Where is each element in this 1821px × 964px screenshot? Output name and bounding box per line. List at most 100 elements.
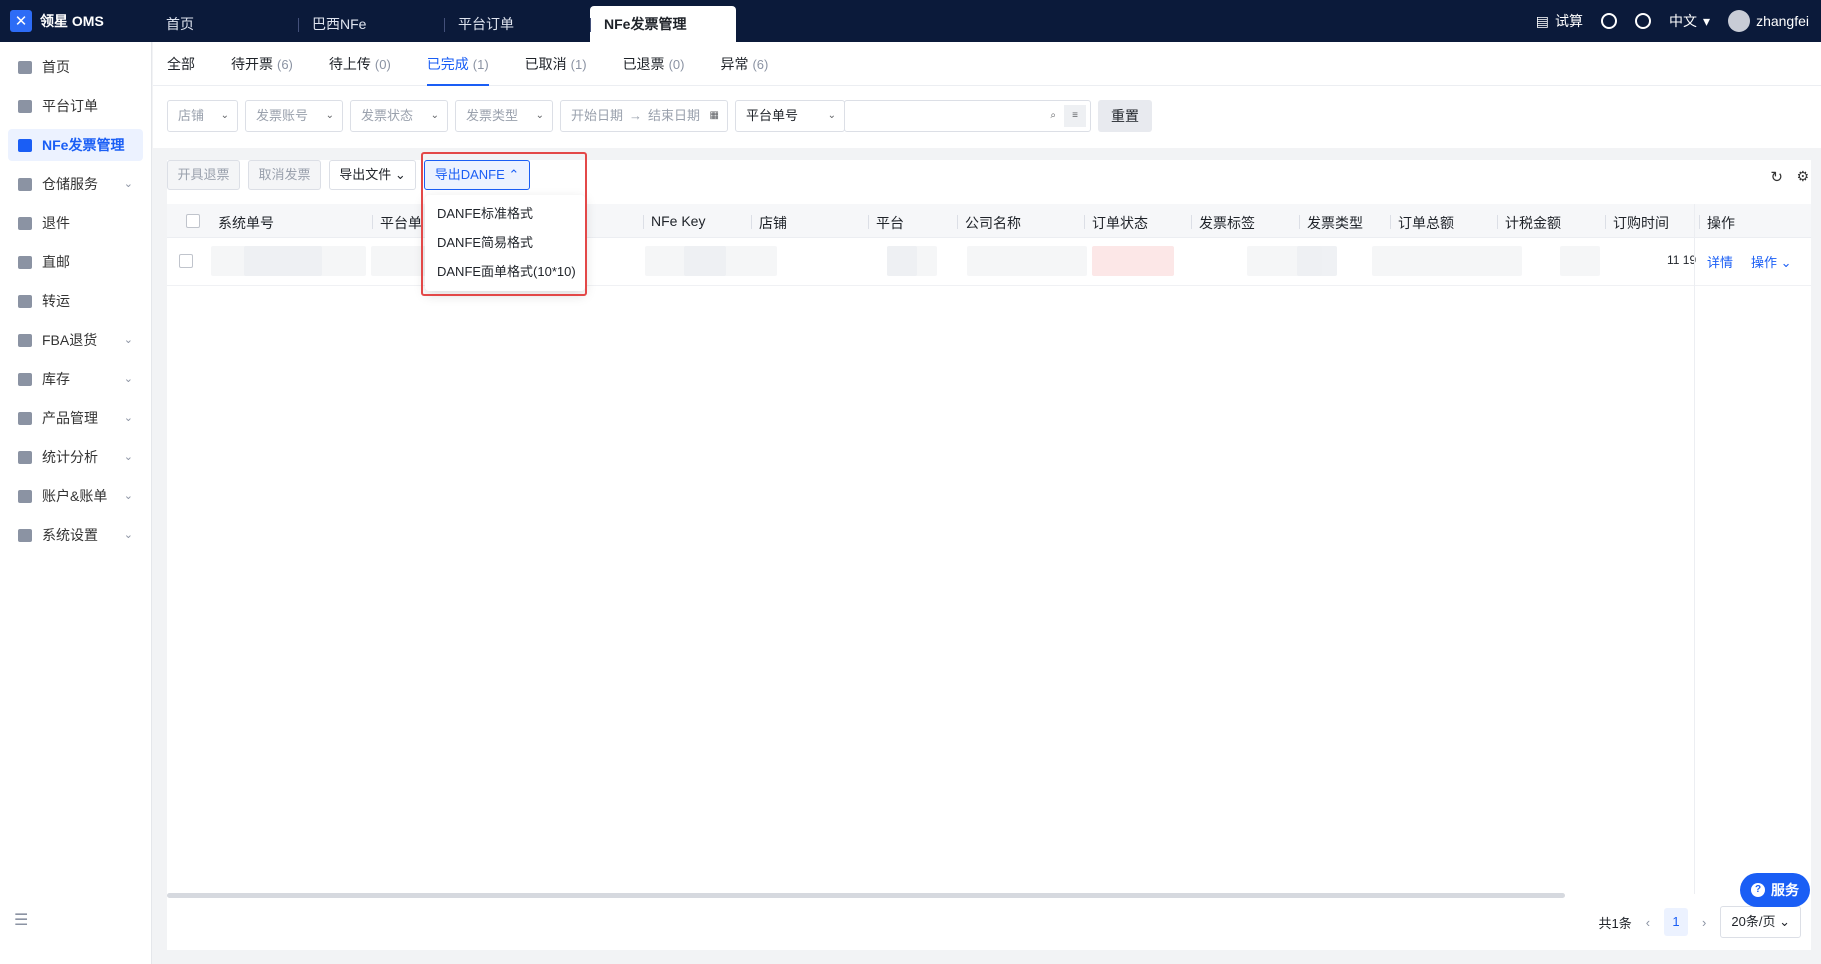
invoice-account-placeholder: 发票账号 [256,108,309,123]
sidebar-item-label: 退件 [42,215,70,231]
column-settings-icon[interactable]: ⚙ [1796,168,1809,185]
tab-label: 已完成 [426,55,469,72]
page-1-button[interactable]: 1 [1664,908,1689,936]
column-header: 公司名称 [957,215,1021,231]
top-tab-brazil-nfe[interactable]: 巴西NFe [298,6,444,42]
invoice-type-placeholder: 发票类型 [466,108,519,123]
invoice-account-select[interactable]: 发票账号 ⌄ [245,100,343,132]
redacted-cell [244,246,322,276]
calc-button[interactable]: ▤ 试算 [1536,11,1583,31]
top-tab-home[interactable]: 首页 [152,6,298,42]
tab-completed[interactable]: 已完成 (1) [426,42,489,86]
platform-no-select[interactable]: 平台单号 ⌄ [735,100,845,132]
sidebar-item-inventory[interactable]: 库存 ⌄ [8,363,143,395]
cancel-invoice-button[interactable]: 取消发票 [248,160,321,190]
collapse-sidebar-icon[interactable]: ☰ [14,910,28,930]
export-file-button[interactable]: 导出文件 ⌄ [329,160,416,190]
sidebar-item-products[interactable]: 产品管理 ⌄ [8,402,143,434]
total-count: 共1条 [1598,915,1632,931]
next-page-icon[interactable]: › [1702,915,1706,930]
sidebar: 首页 平台订单 NFe发票管理 仓储服务 ⌄ 退件 直邮 转运 FBA退货 ⌄ 库存… [0,42,152,964]
wallet-icon [18,489,32,503]
tab-label: 待上传 [328,55,371,72]
tab-label: 全部 [167,55,195,72]
sidebar-item-warehouse[interactable]: 仓储服务 ⌄ [8,168,143,200]
sidebar-item-settings[interactable]: 系统设置 ⌄ [8,519,143,551]
top-tab-platform-orders[interactable]: 平台订单 [444,6,590,42]
service-label: 服务 [1771,882,1799,898]
user-menu[interactable]: zhangfei [1728,10,1809,32]
sidebar-item-platform-orders[interactable]: 平台订单 [8,90,143,122]
column-header: 店铺 [751,215,787,231]
store-select[interactable]: 店铺 ⌄ [167,100,238,132]
redacted-cell [887,246,917,276]
service-button[interactable]: ? 服务 [1740,873,1810,907]
invoice-status-select[interactable]: 发票状态 ⌄ [350,100,448,132]
username: zhangfei [1756,13,1809,29]
chevron-down-icon: ⌄ [123,334,133,346]
invoice-type-select[interactable]: 发票类型 ⌄ [455,100,553,132]
page-size-select[interactable]: 20条/页 ⌄ [1720,906,1801,938]
column-header: 订单状态 [1084,215,1148,231]
chart-icon [18,450,32,464]
table-row[interactable]: 11 19 详情 操作 ⌄ [167,238,1811,286]
horizontal-scrollbar[interactable] [167,893,1565,898]
store-placeholder: 店铺 [178,108,205,123]
download-icon[interactable] [1601,13,1618,29]
tab-pending-upload[interactable]: 待上传 (0) [329,42,391,86]
prev-page-icon[interactable]: ‹ [1646,915,1650,930]
row-actions-dropdown[interactable]: 操作 ⌄ [1751,252,1792,271]
sidebar-item-label: 库存 [42,371,70,387]
sidebar-item-billing[interactable]: 账户&账单 ⌄ [8,480,143,512]
tab-count: (0) [668,56,685,72]
chevron-down-icon: ⌄ [1780,255,1792,270]
highlight-box [421,152,587,296]
detail-link[interactable]: 详情 [1707,252,1733,271]
table-header: 系统单号 平台单 NFe Key 店铺 平台 公司名称 订单状态 发票标签 发票… [167,204,1811,238]
redacted-cell [967,246,1087,276]
end-date-placeholder: 结束日期 [648,108,701,123]
settings-icon[interactable] [1635,13,1652,29]
sidebar-item-analytics[interactable]: 统计分析 ⌄ [8,441,143,473]
search-icon[interactable]: ⌕ [1050,101,1056,131]
brand[interactable]: ✕ 领星 OMS [0,10,152,32]
calendar-icon: ▦ [709,110,719,121]
tab-refunded[interactable]: 已退票 (0) [623,42,685,86]
date-range-picker[interactable]: 开始日期 → 结束日期 ▦ [560,100,728,132]
invoice-icon [18,138,32,152]
language-select[interactable]: 中文 ▾ [1669,11,1710,31]
redacted-cell [1297,246,1337,276]
calc-label: 试算 [1555,13,1584,29]
platform-no-input[interactable]: ⌕ ≡ [844,100,1091,132]
chevron-down-icon: ⌄ [325,110,334,121]
select-all-checkbox[interactable] [186,214,200,228]
sidebar-item-direct-mail[interactable]: 直邮 [8,246,143,278]
tab-all[interactable]: 全部 [167,42,195,86]
sidebar-item-nfe-invoice[interactable]: NFe发票管理 [8,129,143,161]
batch-input-icon[interactable]: ≡ [1064,105,1086,127]
chevron-down-icon: ⌄ [535,110,544,121]
refresh-icon[interactable]: ↻ [1770,168,1783,186]
column-header: NFe Key [642,213,706,229]
logo-icon: ✕ [10,10,32,32]
row-actions-label: 操作 [1751,255,1778,270]
avatar [1728,10,1751,32]
sidebar-item-returns[interactable]: 退件 [8,207,143,239]
chevron-down-icon: ⌄ [430,110,439,121]
tab-cancelled[interactable]: 已取消 (1) [525,42,587,86]
caret-down-icon: ▾ [1703,12,1711,29]
refund-invoice-button[interactable]: 开具退票 [167,160,240,190]
fba-icon [18,333,32,347]
sidebar-item-label: 仓储服务 [42,176,98,192]
sidebar-item-home[interactable]: 首页 [8,51,143,83]
row-checkbox[interactable] [179,254,193,268]
sidebar-item-fba-returns[interactable]: FBA退货 ⌄ [8,324,143,356]
tab-pending-invoice[interactable]: 待开票 (6) [231,42,293,86]
top-tab-nfe-invoice[interactable]: NFe发票管理 [590,6,736,42]
calculator-icon: ▤ [1535,12,1550,29]
column-header: 计税金额 [1497,215,1561,231]
tab-exception[interactable]: 异常 (6) [720,42,768,86]
sidebar-item-transfer[interactable]: 转运 [8,285,143,317]
column-header: 订购时间 [1605,215,1669,231]
reset-button[interactable]: 重置 [1098,100,1152,132]
